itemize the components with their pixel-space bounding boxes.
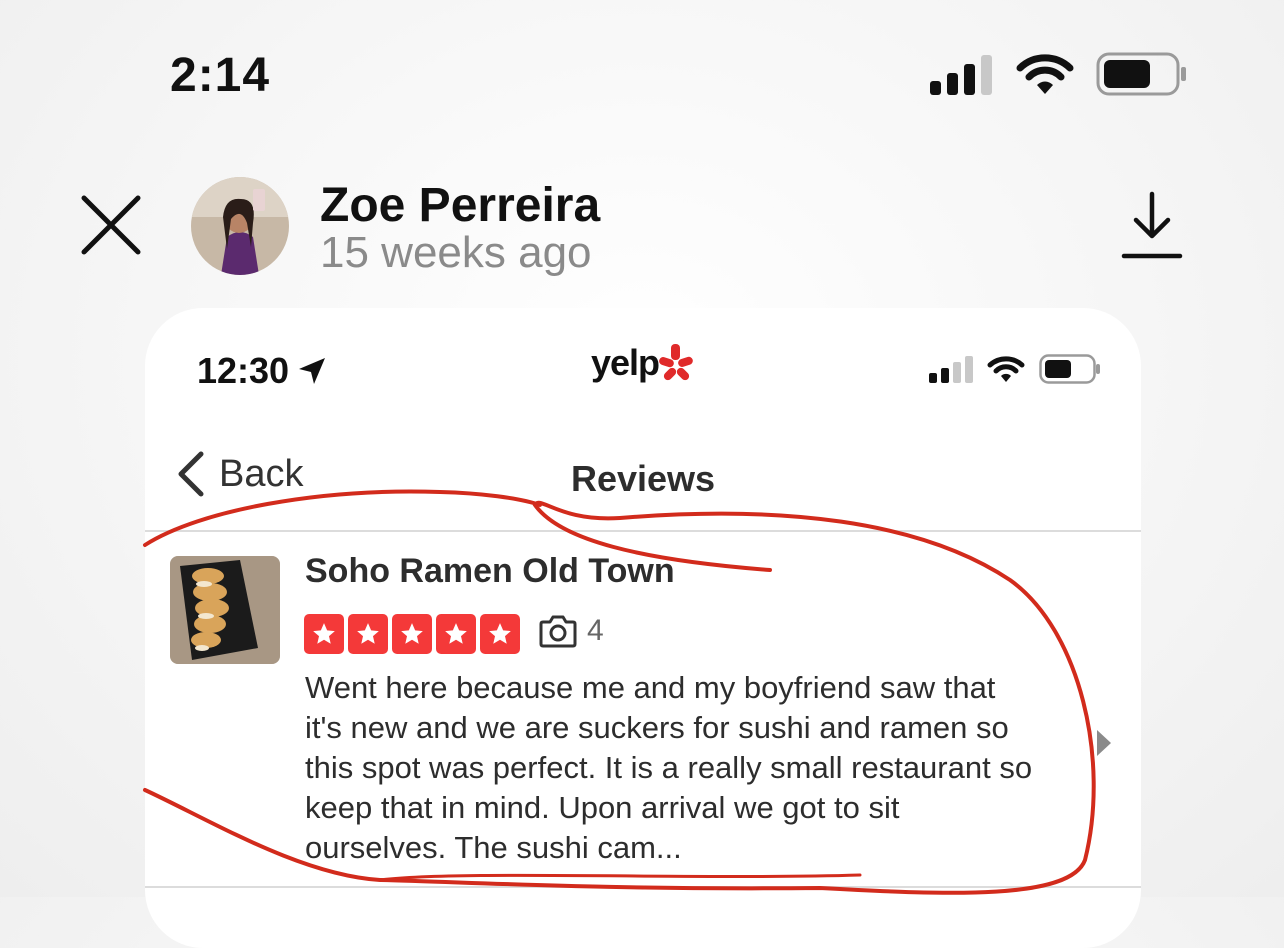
yelp-logo: yelp [591, 342, 693, 384]
screenshot-status-icons [929, 354, 1101, 384]
battery-icon [1039, 354, 1100, 384]
chevron-right-icon[interactable] [1093, 728, 1113, 763]
close-button[interactable] [78, 192, 144, 258]
yelp-burst-icon [659, 344, 693, 381]
screenshot-status-time: 12:30 [197, 350, 327, 392]
star-rating [304, 614, 520, 654]
star-icon [436, 614, 476, 654]
divider [145, 530, 1141, 532]
star-icon [480, 614, 520, 654]
star-icon [304, 614, 344, 654]
screenshot-time-text: 12:30 [197, 350, 290, 391]
star-icon [392, 614, 432, 654]
download-button[interactable] [1120, 190, 1184, 262]
wifi-icon [987, 356, 1025, 382]
status-time: 2:14 [170, 49, 271, 102]
status-icons [930, 52, 1188, 96]
cellular-signal-icon [929, 356, 973, 383]
battery-icon [1096, 52, 1186, 96]
photo-count: 4 [539, 614, 604, 648]
camera-icon [539, 615, 577, 648]
divider [145, 886, 1141, 888]
review-thumbnail[interactable] [170, 556, 280, 664]
avatar-photo [191, 177, 289, 275]
yelp-logo-text: yelp [591, 342, 660, 383]
photo-count-value: 4 [587, 614, 604, 647]
business-name[interactable]: Soho Ramen Old Town [305, 552, 675, 591]
close-icon [81, 195, 141, 255]
author-name[interactable]: Zoe Perreira [320, 178, 600, 233]
location-arrow-icon [299, 358, 326, 384]
star-icon [348, 614, 388, 654]
page-title: Reviews [570, 458, 716, 499]
shared-screenshot[interactable]: 12:30 yelp Back Reviews Soho Ramen Old T… [145, 308, 1141, 948]
download-icon [1121, 191, 1183, 259]
wifi-icon [1016, 54, 1074, 94]
review-text[interactable]: Went here because me and my boyfriend sa… [305, 668, 1035, 868]
sushi-photo [170, 556, 280, 664]
author-avatar[interactable] [191, 177, 289, 275]
post-time: 15 weeks ago [320, 228, 592, 277]
cellular-signal-icon [930, 55, 992, 95]
